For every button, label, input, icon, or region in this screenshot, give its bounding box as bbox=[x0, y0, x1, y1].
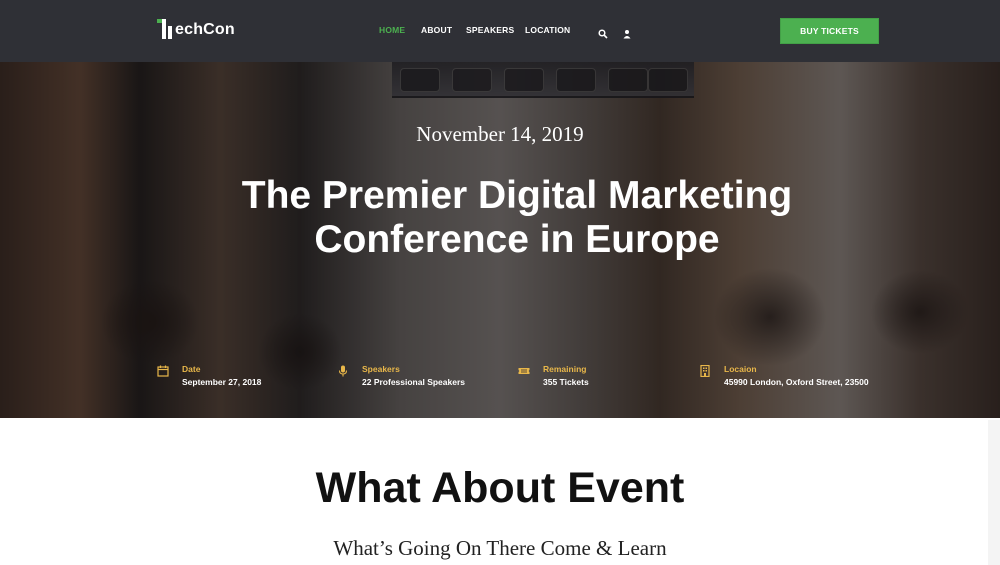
scrollbar-track[interactable] bbox=[988, 420, 1000, 565]
info-value-remaining: 355 Tickets bbox=[543, 377, 589, 387]
about-section-subtitle: What’s Going On There Come & Learn bbox=[333, 536, 667, 560]
microphone-icon bbox=[337, 364, 349, 377]
calendar-icon bbox=[157, 364, 169, 377]
info-value-location: 45990 London, Oxford Street, 23500 bbox=[724, 377, 869, 387]
info-value-date: September 27, 2018 bbox=[182, 377, 262, 387]
hero-banner: November 14, 2019 The Premier Digital Ma… bbox=[0, 62, 1000, 418]
building-icon bbox=[699, 364, 711, 378]
ticket-icon bbox=[518, 364, 530, 376]
search-icon[interactable] bbox=[598, 26, 608, 39]
info-value-speakers: 22 Professional Speakers bbox=[362, 377, 466, 387]
info-label-location: Locaion bbox=[724, 364, 757, 374]
hero-date: November 14, 2019 bbox=[416, 122, 584, 146]
nav-link-about[interactable]: ABOUT bbox=[421, 25, 452, 35]
nav-link-speakers[interactable]: SPEAKERS bbox=[466, 25, 514, 35]
buy-tickets-button[interactable]: BUY TICKETS bbox=[780, 18, 879, 44]
hero-title: The Premier Digital Marketing Conference… bbox=[241, 174, 793, 261]
navbar: echCon HOME ABOUT SPEAKERS LOCATION BUY … bbox=[0, 0, 1000, 62]
info-label-remaining: Remaining bbox=[543, 364, 587, 374]
nav-link-location[interactable]: LOCATION bbox=[525, 25, 570, 35]
info-label-date: Date bbox=[182, 364, 201, 374]
user-icon[interactable] bbox=[622, 26, 632, 39]
about-section-title: What About Event bbox=[315, 464, 685, 512]
nav-link-home[interactable]: HOME bbox=[379, 25, 405, 35]
info-label-speakers: Speakers bbox=[362, 364, 400, 374]
